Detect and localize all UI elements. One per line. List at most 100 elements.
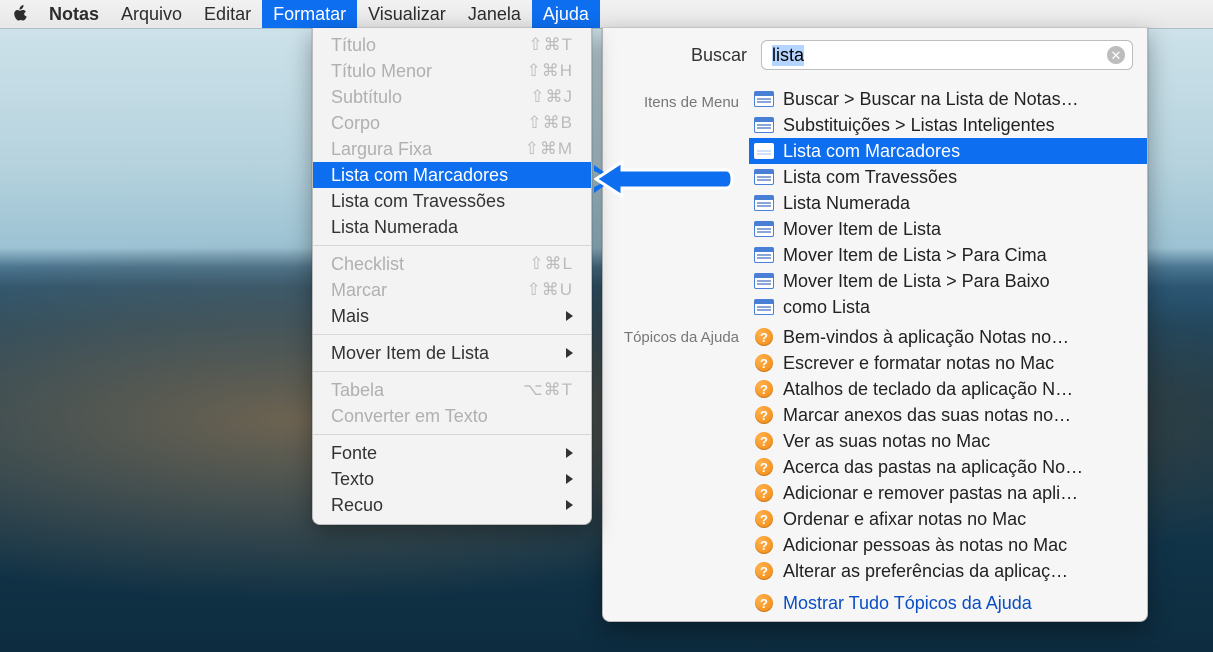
help-topic-result[interactable]: ? Bem-vindos à aplicação Notas no… xyxy=(749,324,1147,350)
menu-item-label: Lista com Marcadores xyxy=(331,165,573,186)
help-result-label: como Lista xyxy=(783,297,870,318)
help-menu-result[interactable]: Lista com Travessões xyxy=(749,164,1147,190)
menu-item-label: Mover Item de Lista xyxy=(331,343,566,364)
menu-item-label: Largura Fixa xyxy=(331,139,525,160)
menu-item-icon xyxy=(753,143,775,159)
menu-item: Tabela⌥⌘T xyxy=(313,377,591,403)
menu-item[interactable]: Lista com Travessões xyxy=(313,188,591,214)
menu-item-label: Texto xyxy=(331,469,566,490)
help-topic-icon: ? xyxy=(753,510,775,528)
menu-item: Corpo⇧⌘B xyxy=(313,110,591,136)
help-section-menu-items: Itens de Menu xyxy=(603,90,749,115)
help-result-label: Acerca das pastas na aplicação No… xyxy=(783,457,1083,478)
help-result-label: Lista Numerada xyxy=(783,193,910,214)
menu-item-icon xyxy=(753,169,775,185)
menu-item-shortcut: ⇧⌘J xyxy=(530,87,573,107)
menu-item-icon xyxy=(753,195,775,211)
help-show-all[interactable]: ?Mostrar Tudo Tópicos da Ajuda xyxy=(749,590,1147,616)
menu-item-shortcut: ⇧⌘B xyxy=(527,113,573,133)
menu-item-shortcut: ⇧⌘M xyxy=(525,139,573,159)
menu-item-label: Checklist xyxy=(331,254,529,275)
help-result-label: Lista com Marcadores xyxy=(783,141,960,162)
help-menu-result[interactable]: Mover Item de Lista xyxy=(749,216,1147,242)
help-topic-result[interactable]: ? Escrever e formatar notas no Mac xyxy=(749,350,1147,376)
help-menu-result[interactable]: Lista com Marcadores xyxy=(749,138,1147,164)
help-result-label: Escrever e formatar notas no Mac xyxy=(783,353,1054,374)
menu-item[interactable]: Fonte xyxy=(313,440,591,466)
menu-item: Checklist⇧⌘L xyxy=(313,251,591,277)
help-topic-icon: ? xyxy=(753,432,775,450)
help-result-label: Adicionar e remover pastas na apli… xyxy=(783,483,1078,504)
help-result-label: Lista com Travessões xyxy=(783,167,957,188)
menu-item-icon xyxy=(753,273,775,289)
help-result-label: Mover Item de Lista > Para Baixo xyxy=(783,271,1050,292)
menu-item-label: Título xyxy=(331,35,528,56)
menu-janela[interactable]: Janela xyxy=(457,0,532,28)
help-menu-result[interactable]: Substituições > Listas Inteligentes xyxy=(749,112,1147,138)
menu-editar[interactable]: Editar xyxy=(193,0,262,28)
help-search-row: Buscar ✕ xyxy=(603,28,1147,84)
menu-item-label: Corpo xyxy=(331,113,527,134)
help-result-label: Ordenar e afixar notas no Mac xyxy=(783,509,1026,530)
help-topic-icon: ? xyxy=(753,354,775,372)
help-menu-result[interactable]: Buscar > Buscar na Lista de Notas… xyxy=(749,86,1147,112)
menu-separator xyxy=(313,334,591,335)
menu-formatar[interactable]: Formatar xyxy=(262,0,357,28)
apple-menu[interactable] xyxy=(4,0,38,28)
help-topic-result[interactable]: ? Acerca das pastas na aplicação No… xyxy=(749,454,1147,480)
menu-separator xyxy=(313,434,591,435)
menu-item[interactable]: Lista Numerada xyxy=(313,214,591,240)
help-search-label: Buscar xyxy=(617,45,761,66)
help-menu-result[interactable]: Mover Item de Lista > Para Cima xyxy=(749,242,1147,268)
help-topic-result[interactable]: ?Alterar as preferências da aplicaç… xyxy=(749,558,1147,584)
menu-item[interactable]: Lista com Marcadores xyxy=(313,162,591,188)
help-menu-result[interactable]: como Lista xyxy=(749,294,1147,320)
help-topic-icon: ? xyxy=(753,458,775,476)
menu-arquivo[interactable]: Arquivo xyxy=(110,0,193,28)
menu-ajuda[interactable]: Ajuda xyxy=(532,0,600,28)
menu-bar: Notas Arquivo Editar Formatar Visualizar… xyxy=(0,0,1213,28)
menu-item-shortcut: ⇧⌘H xyxy=(526,61,573,81)
help-topic-result[interactable]: ?Adicionar pessoas às notas no Mac xyxy=(749,532,1147,558)
help-menu-result[interactable]: Lista Numerada xyxy=(749,190,1147,216)
menu-item-label: Lista Numerada xyxy=(331,217,573,238)
help-result-label: Adicionar pessoas às notas no Mac xyxy=(783,535,1067,556)
help-result-label: Atalhos de teclado da aplicação N… xyxy=(783,379,1073,400)
menu-separator xyxy=(313,245,591,246)
menu-item-label: Tabela xyxy=(331,380,523,401)
menu-item-label: Mais xyxy=(331,306,566,327)
menu-item: Subtítulo⇧⌘J xyxy=(313,84,591,110)
apple-icon xyxy=(12,5,30,23)
help-topic-icon: ? xyxy=(753,328,775,346)
submenu-arrow-icon xyxy=(566,474,573,484)
help-panel: Buscar ✕ Itens de Menu Tópicos da Ajuda … xyxy=(602,28,1148,622)
help-search-input[interactable] xyxy=(761,40,1133,70)
menu-item: Marcar⇧⌘U xyxy=(313,277,591,303)
help-menu-result[interactable]: Mover Item de Lista > Para Baixo xyxy=(749,268,1147,294)
submenu-arrow-icon xyxy=(566,448,573,458)
submenu-arrow-icon xyxy=(566,348,573,358)
menu-item[interactable]: Texto xyxy=(313,466,591,492)
menu-item-icon xyxy=(753,247,775,263)
clear-search-icon[interactable]: ✕ xyxy=(1107,46,1125,64)
help-result-label: Marcar anexos das suas notas no… xyxy=(783,405,1071,426)
help-topic-result[interactable]: ?Ver as suas notas no Mac xyxy=(749,428,1147,454)
help-result-label: Bem-vindos à aplicação Notas no… xyxy=(783,327,1069,348)
menu-item-label: Subtítulo xyxy=(331,87,530,108)
menu-item[interactable]: Recuo xyxy=(313,492,591,518)
help-topic-icon: ? xyxy=(753,594,775,612)
menu-app-name[interactable]: Notas xyxy=(38,0,110,28)
menu-item[interactable]: Mover Item de Lista xyxy=(313,340,591,366)
help-topic-result[interactable]: ?Marcar anexos das suas notas no… xyxy=(749,402,1147,428)
menu-visualizar[interactable]: Visualizar xyxy=(357,0,457,28)
help-topic-result[interactable]: ? Atalhos de teclado da aplicação N… xyxy=(749,376,1147,402)
menu-item[interactable]: Mais xyxy=(313,303,591,329)
menu-item-shortcut: ⇧⌘U xyxy=(526,280,573,300)
menu-separator xyxy=(313,371,591,372)
menu-item-label: Título Menor xyxy=(331,61,526,82)
menu-item-shortcut: ⇧⌘T xyxy=(528,35,573,55)
help-topic-icon: ? xyxy=(753,380,775,398)
help-topic-result[interactable]: ? Ordenar e afixar notas no Mac xyxy=(749,506,1147,532)
help-topic-result[interactable]: ?Adicionar e remover pastas na apli… xyxy=(749,480,1147,506)
help-topic-icon: ? xyxy=(753,562,775,580)
